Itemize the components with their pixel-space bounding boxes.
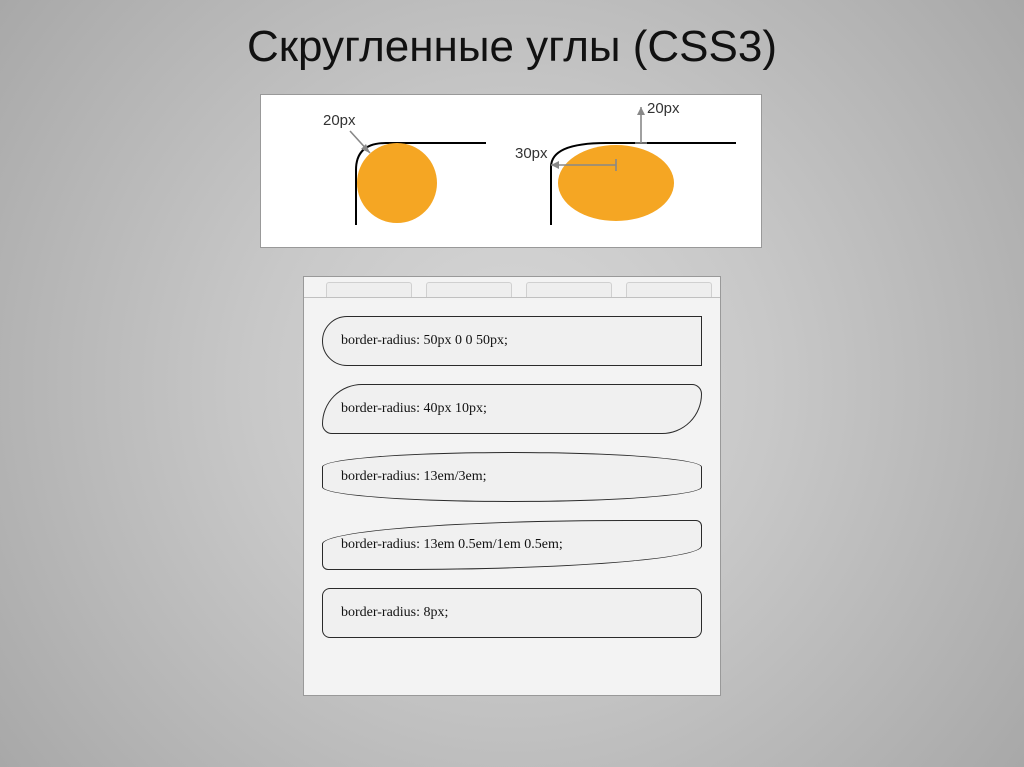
diagram-svg: 20px 20px 30px [261, 95, 761, 247]
diagram-label-left: 20px [323, 112, 356, 129]
example-row: border-radius: 40px 10px; [322, 384, 702, 434]
example-row: border-radius: 8px; [322, 588, 702, 638]
example-row: border-radius: 13em/3em; [322, 452, 702, 502]
example-row: border-radius: 13em 0.5em/1em 0.5em; [322, 520, 702, 570]
tab [626, 282, 712, 297]
radius-diagram: 20px 20px 30px [260, 94, 762, 248]
diagram-label-right-left: 30px [515, 145, 548, 162]
tabs-bar [304, 277, 720, 298]
tab [326, 282, 412, 297]
tab [426, 282, 512, 297]
example-code: border-radius: 13em 0.5em/1em 0.5em; [341, 537, 563, 553]
tab [526, 282, 612, 297]
slide: Скругленные углы (CSS3) 20px 20px [0, 0, 1024, 767]
slide-title: Скругленные углы (CSS3) [0, 22, 1024, 72]
example-code: border-radius: 13em/3em; [341, 469, 487, 485]
examples-panel: border-radius: 50px 0 0 50px; border-rad… [303, 276, 721, 696]
examples-rows: border-radius: 50px 0 0 50px; border-rad… [304, 298, 720, 638]
example-code: border-radius: 40px 10px; [341, 401, 487, 417]
diagram-label-right-top: 20px [647, 100, 680, 117]
example-code: border-radius: 50px 0 0 50px; [341, 333, 508, 349]
example-row: border-radius: 50px 0 0 50px; [322, 316, 702, 366]
example-code: border-radius: 8px; [341, 605, 448, 621]
